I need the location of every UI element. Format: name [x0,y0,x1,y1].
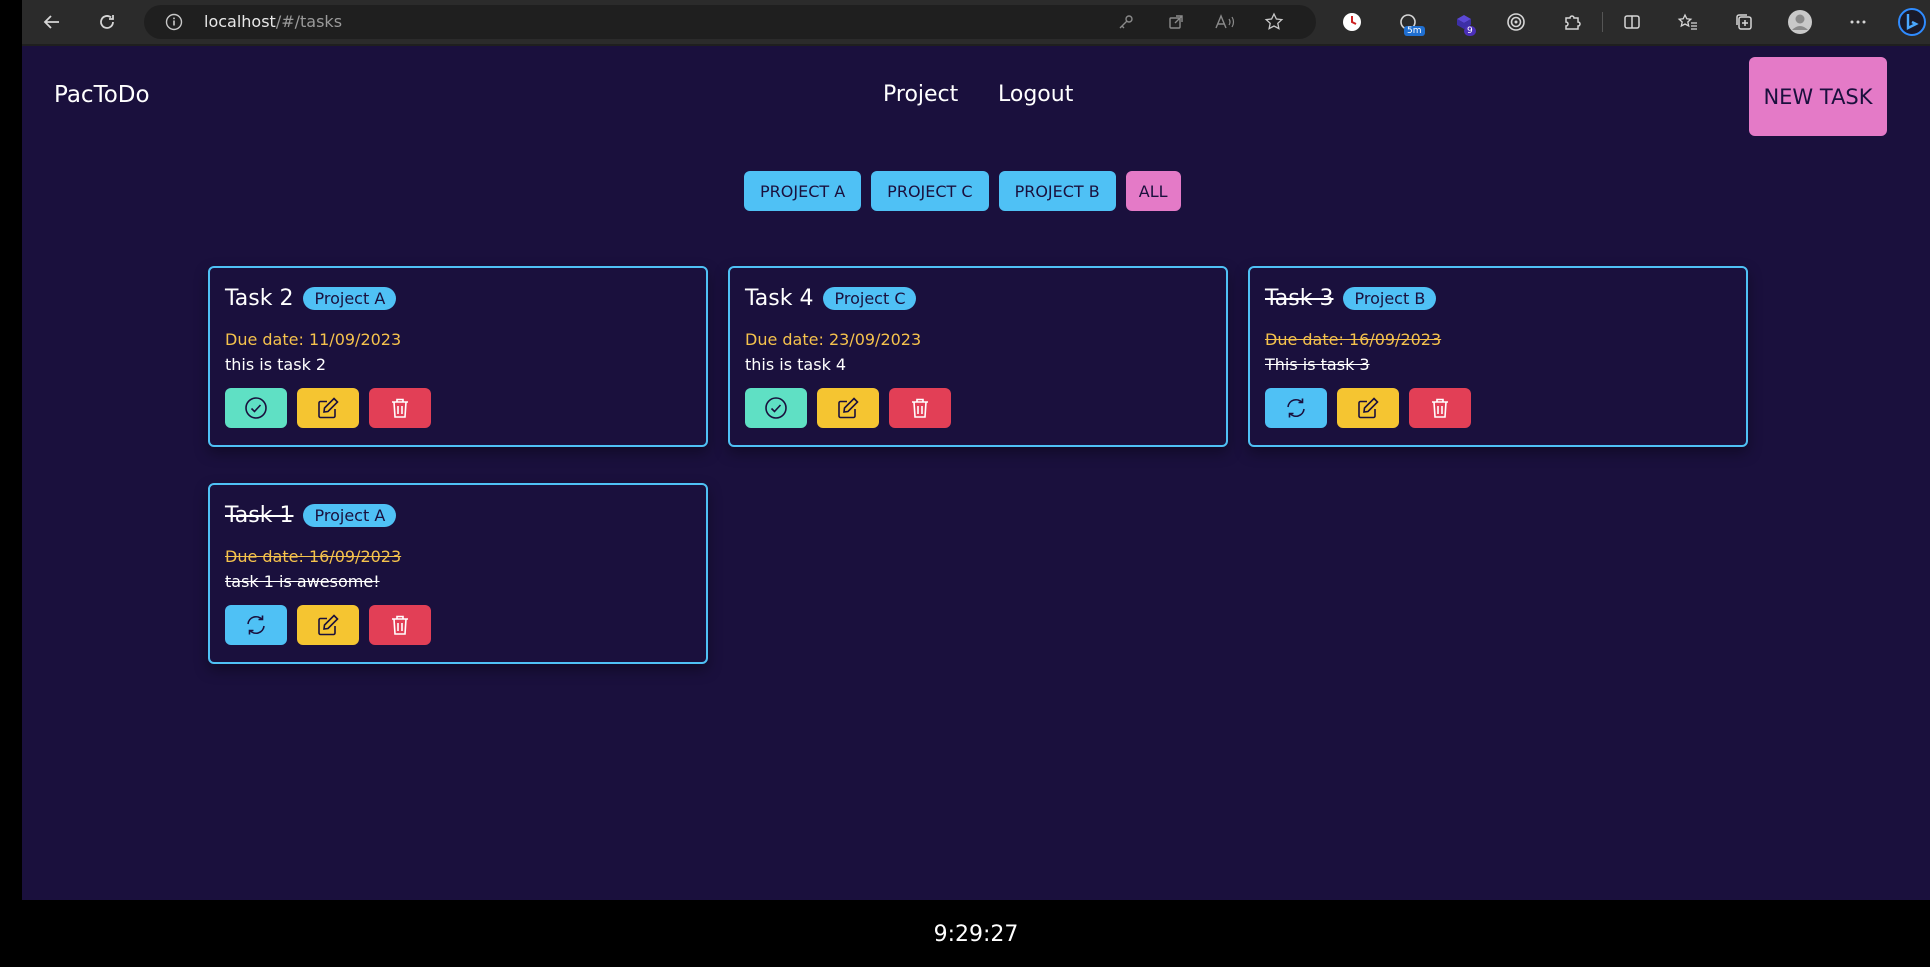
bing-copilot-icon[interactable] [1896,6,1928,38]
task-card: Task 4 Project C Due date: 23/09/2023 th… [728,266,1228,447]
task-card-header: Task 4 Project C [745,286,917,311]
complete-task-button[interactable] [745,388,807,428]
task-actions [225,388,431,428]
delete-task-button[interactable] [369,605,431,645]
task-description: This is task 3 [1265,355,1370,374]
task-actions [1265,388,1471,428]
task-card-header: Task 2 Project A [225,286,397,311]
edit-pencil-icon [1358,397,1379,419]
extension-clock-icon[interactable] [1338,8,1366,36]
extension-timer-icon[interactable]: 5m [1394,8,1425,36]
task-card: Task 3 Project B Due date: 16/09/2023 Th… [1248,266,1748,447]
address-bar[interactable]: localhost/#/tasks [144,5,1316,39]
check-circle-icon [765,397,787,419]
new-task-button[interactable]: NEW TASK [1749,57,1887,136]
task-title: Task 3 [1265,286,1334,311]
edit-pencil-icon [838,397,859,419]
nav-logout-link[interactable]: Logout [998,82,1073,107]
trash-icon [392,615,408,635]
delete-task-button[interactable] [1409,388,1471,428]
url-path: /#/tasks [275,12,343,31]
url-text[interactable]: localhost/#/tasks [204,12,342,31]
app-page: PacToDo Project Logout NEW TASK PROJECT … [22,46,1930,900]
edit-task-button[interactable] [817,388,879,428]
task-project-tag: Project C [823,287,917,310]
browser-window: localhost/#/tasks 5m 9 PacToDo Project L… [0,0,1930,967]
brand-logo[interactable]: PacToDo [54,82,150,108]
edit-task-button[interactable] [297,388,359,428]
refresh-cycle-icon [247,615,265,635]
filter-all-button[interactable]: ALL [1125,171,1181,211]
refresh-icon[interactable] [93,8,121,36]
window-left-edge [0,0,22,967]
task-title: Task 2 [225,286,294,311]
reopen-task-button[interactable] [1265,388,1327,428]
extension-badge-9: 9 [1464,26,1476,36]
task-card-header: Task 1 Project A [225,503,397,528]
task-description: this is task 4 [745,355,847,374]
favorites-list-icon[interactable] [1674,8,1702,36]
nav-project-link[interactable]: Project [883,82,958,107]
browser-toolbar: localhost/#/tasks 5m 9 [0,0,1930,44]
task-project-tag: Project A [303,504,397,527]
collections-icon[interactable] [1730,8,1758,36]
task-actions [745,388,951,428]
split-screen-icon[interactable] [1618,8,1646,36]
delete-task-button[interactable] [889,388,951,428]
site-info-icon[interactable] [160,8,188,36]
task-project-tag: Project A [303,287,397,310]
read-aloud-icon[interactable] [1211,8,1239,36]
edit-task-button[interactable] [297,605,359,645]
refresh-cycle-icon [1287,398,1305,418]
footer-clock: 9:29:27 [933,922,1019,947]
back-arrow-icon[interactable] [38,8,66,36]
task-description: this is task 2 [225,355,327,374]
task-project-tag: Project B [1343,287,1437,310]
edit-task-button[interactable] [1337,388,1399,428]
reopen-task-button[interactable] [225,605,287,645]
key-icon[interactable] [1112,8,1140,36]
task-description: task 1 is awesome! [225,572,380,591]
edit-pencil-icon [318,614,339,636]
trash-icon [912,398,928,418]
favorite-star-icon[interactable] [1260,8,1288,36]
task-due-date: Due date: 16/09/2023 [1265,330,1442,349]
profile-avatar-icon[interactable] [1786,8,1814,36]
extension-puzzle-purple-icon[interactable]: 9 [1450,8,1478,36]
delete-task-button[interactable] [369,388,431,428]
edit-pencil-icon [318,397,339,419]
filter-project-a-button[interactable]: PROJECT A [744,171,862,211]
task-card-header: Task 3 Project B [1265,286,1437,311]
project-filter-bar: PROJECT A PROJECT C PROJECT B ALL [744,171,1181,211]
extension-badge-5m: 5m [1404,26,1425,36]
open-in-app-icon[interactable] [1162,8,1190,36]
task-title: Task 4 [745,286,814,311]
task-due-date: Due date: 11/09/2023 [225,330,402,349]
task-card: Task 2 Project A Due date: 11/09/2023 th… [208,266,708,447]
complete-task-button[interactable] [225,388,287,428]
task-actions [225,605,431,645]
extensions-puzzle-icon[interactable] [1558,8,1586,36]
extension-target-icon[interactable] [1502,8,1530,36]
task-card: Task 1 Project A Due date: 16/09/2023 ta… [208,483,708,664]
more-options-icon[interactable] [1844,8,1872,36]
filter-project-c-button[interactable]: PROJECT C [871,171,989,211]
task-due-date: Due date: 16/09/2023 [225,547,402,566]
filter-project-b-button[interactable]: PROJECT B [998,171,1116,211]
url-host: localhost [204,12,276,31]
check-circle-icon [245,397,267,419]
trash-icon [392,398,408,418]
task-title: Task 1 [225,503,294,528]
task-due-date: Due date: 23/09/2023 [745,330,922,349]
toolbar-divider [1602,12,1603,32]
footer-bar: 9:29:27 [22,900,1930,967]
trash-icon [1432,398,1448,418]
